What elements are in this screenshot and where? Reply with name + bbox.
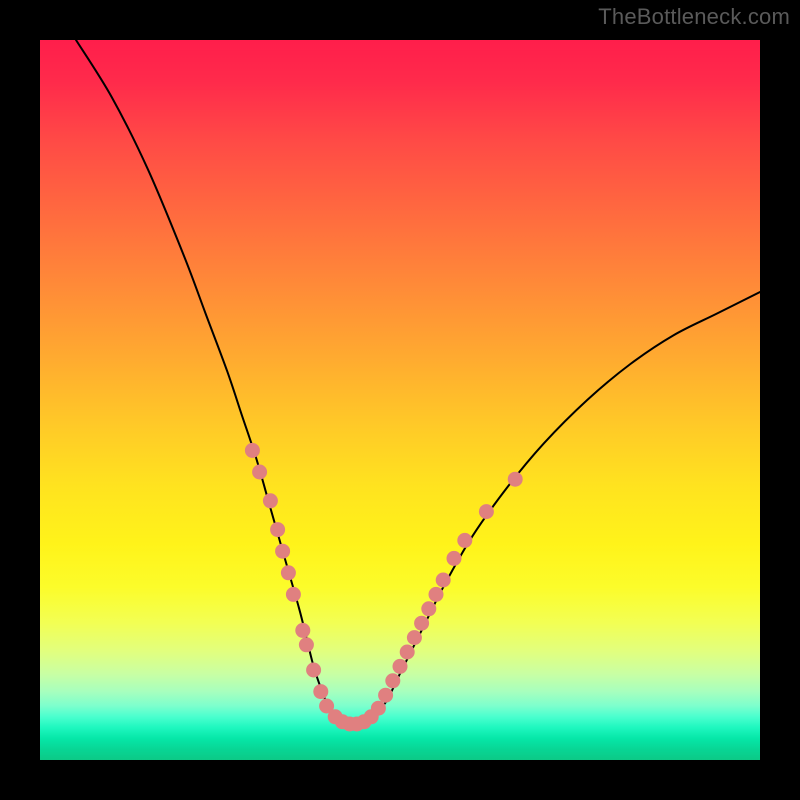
data-marker — [275, 544, 290, 559]
data-marker — [295, 623, 310, 638]
data-marker — [252, 465, 267, 480]
data-marker — [286, 587, 301, 602]
data-marker — [414, 616, 429, 631]
data-marker — [479, 504, 494, 519]
data-marker — [508, 472, 523, 487]
data-marker — [421, 601, 436, 616]
data-marker — [313, 684, 328, 699]
chart-frame: TheBottleneck.com — [0, 0, 800, 800]
curve-layer — [40, 40, 760, 760]
plot-area — [40, 40, 760, 760]
data-marker — [299, 637, 314, 652]
data-marker — [447, 551, 462, 566]
data-marker — [457, 533, 472, 548]
data-marker — [281, 565, 296, 580]
data-marker — [393, 659, 408, 674]
data-marker — [263, 493, 278, 508]
data-marker — [407, 630, 422, 645]
data-marker — [429, 587, 444, 602]
marker-group — [245, 443, 523, 732]
data-marker — [385, 673, 400, 688]
data-marker — [436, 573, 451, 588]
data-marker — [270, 522, 285, 537]
data-marker — [378, 688, 393, 703]
data-marker — [400, 645, 415, 660]
data-marker — [371, 701, 386, 716]
data-marker — [245, 443, 260, 458]
watermark-text: TheBottleneck.com — [598, 4, 790, 30]
data-marker — [306, 663, 321, 678]
